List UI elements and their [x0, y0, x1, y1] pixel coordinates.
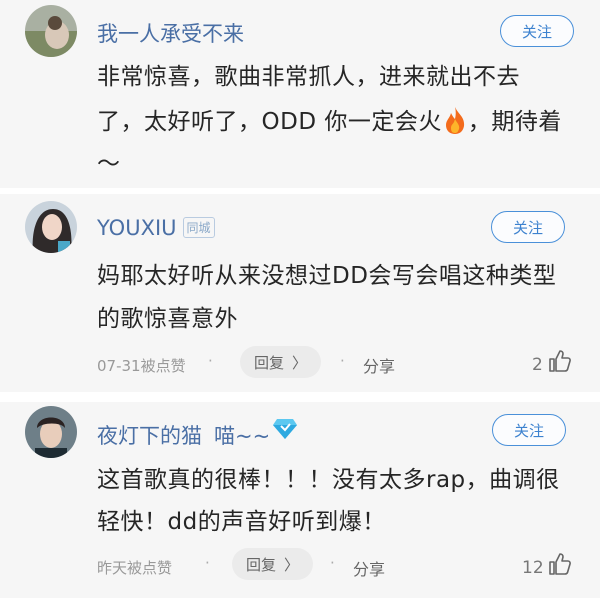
reply-label: 回复 — [254, 353, 285, 372]
separator-dot: · — [205, 554, 210, 572]
separator-dot: · — [340, 352, 345, 370]
username[interactable]: 我一人承受不来 — [97, 18, 244, 48]
comment-text-segment: 了，太好听了，ODD 你一定会火 — [97, 109, 442, 135]
avatar[interactable] — [25, 201, 77, 253]
comment-text-line: 轻快！dd的声音好听到爆！ — [97, 509, 386, 535]
city-badge: 同城 — [182, 217, 215, 238]
comment-text-line: 非常惊喜，歌曲非常抓人，进来就出不去 — [97, 64, 520, 90]
avatar[interactable] — [25, 5, 77, 57]
comment-card: 夜灯下的猫 喵~~ 关注 这首歌真的很棒！！！没有太多rap，曲调很 轻快！dd的… — [0, 402, 600, 598]
comment-text-line: 的歌惊喜意外 — [97, 306, 238, 332]
separator-dot: · — [208, 352, 213, 370]
comment-card: YOUXIU 同城 关注 妈耶太好听从来没想过DD会写会唱这种类型 的歌惊喜意外 … — [0, 194, 600, 392]
username[interactable]: YOUXIU — [97, 216, 177, 240]
follow-button[interactable]: 关注 — [500, 15, 574, 47]
comment-card: 我一人承受不来 关注 非常惊喜，歌曲非常抓人，进来就出不去 了，太好听了，ODD… — [0, 0, 600, 188]
share-button[interactable]: 分享 — [353, 556, 385, 580]
separator-dot: · — [330, 554, 335, 572]
reply-button[interactable]: 回复〉 — [232, 548, 314, 580]
share-button[interactable]: 分享 — [363, 353, 395, 377]
username[interactable]: 夜灯下的猫 — [97, 424, 202, 448]
like-count: 12 — [522, 558, 544, 578]
fire-emoji-icon — [442, 105, 468, 135]
comment-text-line: 了，太好听了，ODD 你一定会火 ，期待着 — [97, 100, 562, 144]
follow-button[interactable]: 关注 — [491, 211, 565, 243]
timestamp: 昨天被点赞 — [97, 559, 173, 577]
like-count: 2 — [532, 355, 543, 375]
follow-button[interactable]: 关注 — [492, 414, 566, 446]
comment-text-segment: ，期待着 — [467, 109, 562, 135]
vip-diamond-icon — [272, 418, 298, 440]
avatar[interactable] — [25, 406, 77, 458]
thumbs-up-icon[interactable] — [548, 552, 572, 576]
username-row: YOUXIU 同城 — [97, 216, 215, 240]
comment-text-line: 这首歌真的很棒！！！没有太多rap，曲调很 — [97, 467, 560, 493]
username-suffix: 喵~~ — [214, 424, 271, 448]
chevron-right-icon: 〉 — [292, 353, 308, 372]
username-row: 夜灯下的猫 喵~~ — [97, 420, 270, 450]
reply-button[interactable]: 回复〉 — [240, 346, 322, 378]
timestamp: 07-31被点赞 — [97, 357, 186, 375]
divider — [0, 392, 600, 402]
thumbs-up-icon[interactable] — [548, 349, 572, 373]
comment-text-line: 妈耶太好听从来没想过DD会写会唱这种类型 — [97, 263, 557, 289]
chevron-right-icon: 〉 — [284, 555, 300, 574]
comment-text-line: ～ — [97, 151, 121, 177]
reply-label: 回复 — [246, 555, 277, 574]
